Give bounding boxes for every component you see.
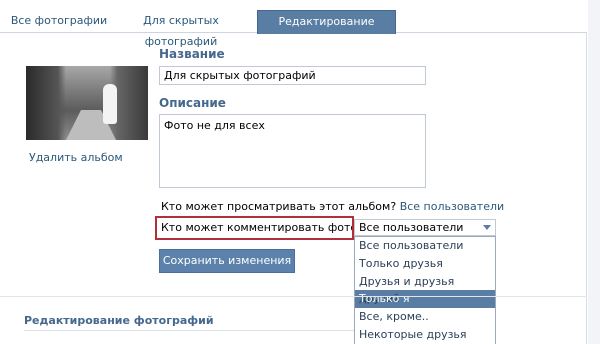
dropdown-option-all-except[interactable]: Все, кроме.. bbox=[355, 308, 495, 326]
view-privacy-question: Кто может просматривать этот альбом? bbox=[161, 200, 397, 213]
dropdown-option-friends-only[interactable]: Только друзья bbox=[355, 255, 495, 273]
dropdown-option-all-users[interactable]: Все пользователи bbox=[355, 237, 495, 255]
tab-all-photos[interactable]: Все фотографии bbox=[10, 10, 108, 33]
dropdown-option-some-friends[interactable]: Некоторые друзья bbox=[355, 326, 495, 344]
tab-hidden-photos[interactable]: Для скрытых фотографий bbox=[110, 10, 252, 48]
album-cover-image[interactable] bbox=[26, 66, 148, 140]
album-name-input[interactable] bbox=[159, 66, 426, 85]
chevron-down-icon bbox=[483, 225, 491, 230]
comment-privacy-select[interactable]: Все пользователи bbox=[354, 219, 496, 236]
page-right-edge bbox=[588, 0, 600, 344]
view-privacy-value-link[interactable]: Все пользователи bbox=[400, 200, 504, 213]
image-figure bbox=[103, 84, 117, 124]
album-description-textarea[interactable] bbox=[159, 114, 426, 188]
comment-privacy-dropdown: Все пользователи Только друзья Друзья и … bbox=[354, 236, 496, 344]
name-label: Название bbox=[159, 47, 225, 61]
image-trees-left bbox=[26, 66, 66, 140]
dropdown-option-friends-of-friends[interactable]: Друзья и друзья друзей bbox=[355, 273, 495, 305]
section-title-underline bbox=[24, 330, 354, 331]
view-privacy-row: Кто может просматривать этот альбом? Все… bbox=[161, 200, 504, 213]
comment-privacy-selected-value: Все пользователи bbox=[359, 221, 464, 234]
delete-album-link[interactable]: Удалить альбом bbox=[29, 151, 123, 164]
section-divider bbox=[0, 296, 587, 297]
tab-bar: Все фотографии Для скрытых фотографий Ре… bbox=[0, 0, 587, 49]
description-label: Описание bbox=[159, 96, 226, 110]
comment-privacy-question: Кто может комментировать фотографии? bbox=[161, 221, 352, 234]
tab-edit-album[interactable]: Редактирование альбома bbox=[257, 10, 396, 49]
save-changes-button[interactable]: Сохранить изменения bbox=[159, 249, 295, 273]
dropdown-option-only-me[interactable]: Только я bbox=[355, 290, 495, 309]
edit-photos-section-title: Редактирование фотографий bbox=[24, 314, 214, 327]
